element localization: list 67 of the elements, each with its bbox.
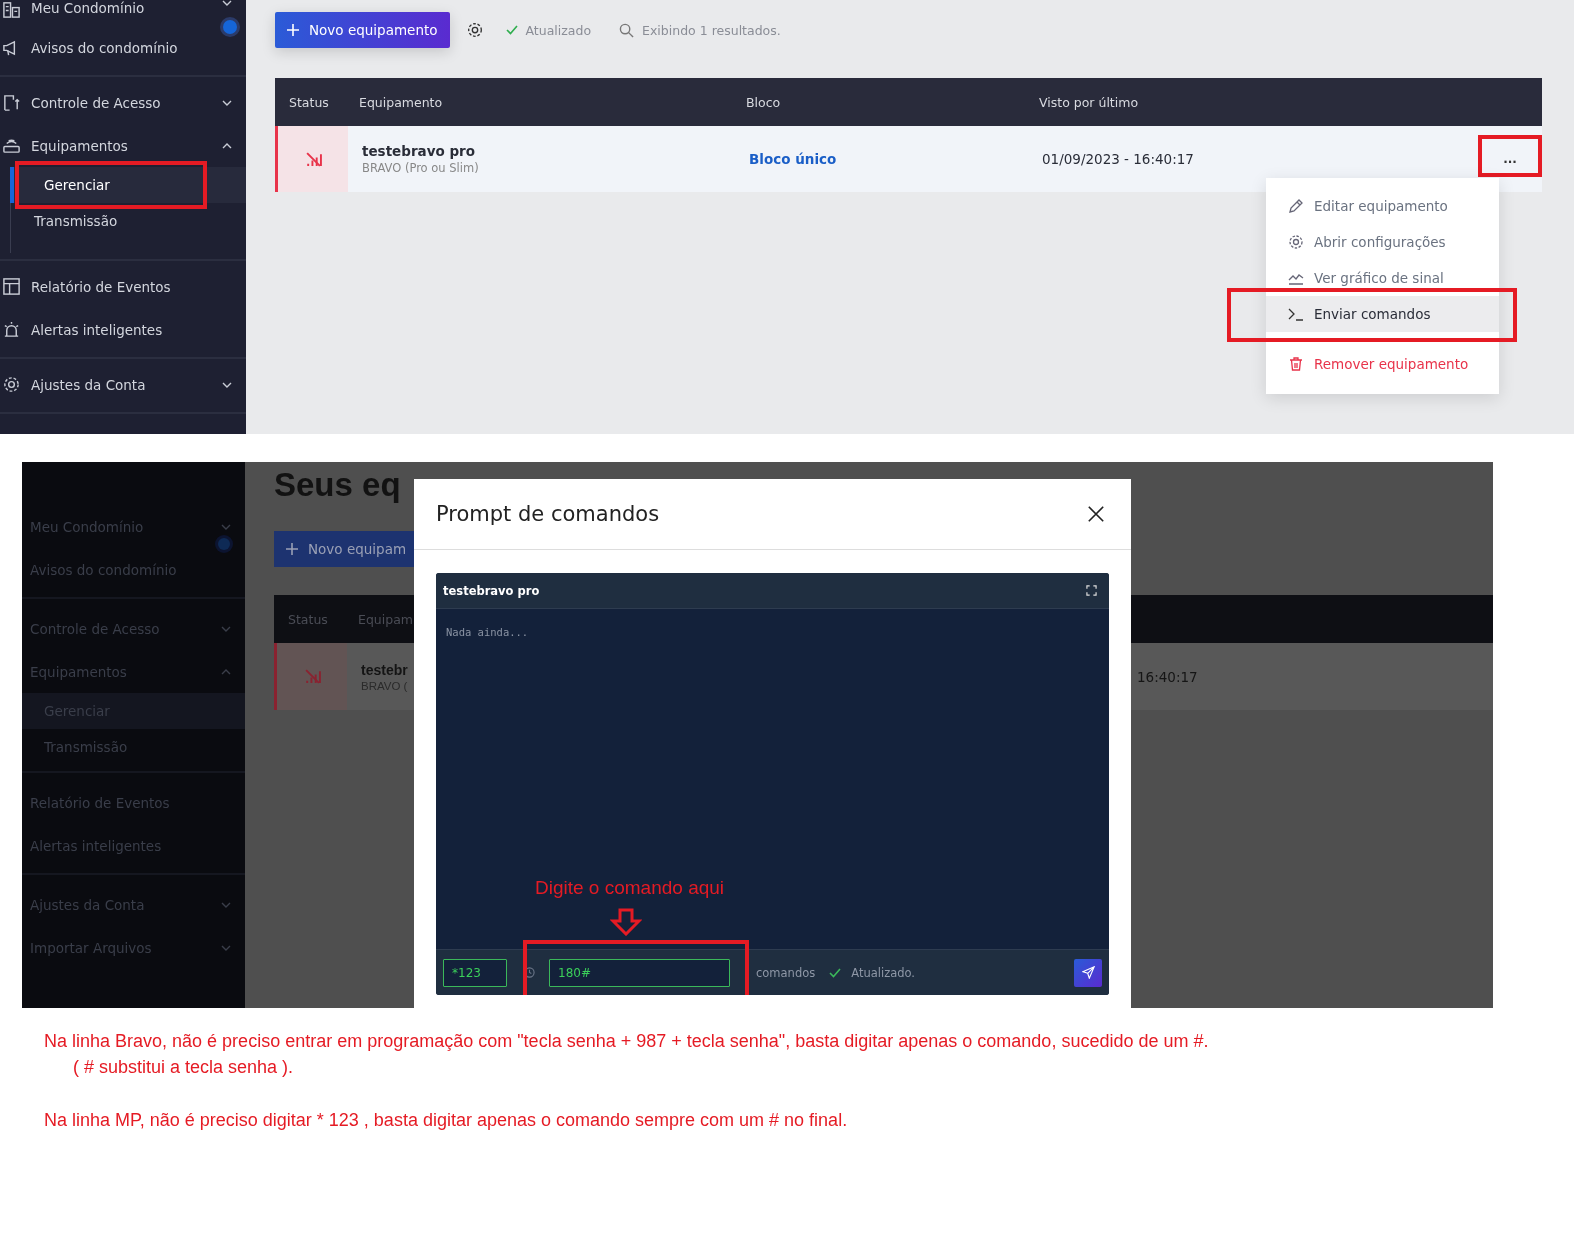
sidebar-item[interactable]: Relatório de Eventos bbox=[31, 278, 232, 295]
results-count: Exibindo 1 resultados. bbox=[642, 22, 781, 38]
menu-item[interactable]: Enviar comandos bbox=[1266, 296, 1499, 332]
no-signal-icon bbox=[304, 150, 322, 168]
check-icon bbox=[829, 967, 842, 978]
terminal-output: Nada ainda... bbox=[446, 626, 529, 638]
annotation-text: Digite o comando aqui bbox=[535, 877, 725, 899]
menu-item[interactable]: Ver gráfico de sinal bbox=[1266, 260, 1499, 296]
status-text: Atualizado bbox=[525, 22, 592, 38]
no-signal-icon bbox=[303, 668, 321, 685]
new-equipment-button[interactable]: Novo equipam bbox=[274, 531, 414, 567]
sidebar-item[interactable]: Equipamentos bbox=[31, 137, 222, 154]
send-button[interactable] bbox=[1074, 958, 1102, 987]
building-icon bbox=[2, 0, 21, 19]
dialog-title: Prompt de comandos bbox=[436, 502, 660, 526]
column-header: Visto por último bbox=[1038, 94, 1140, 110]
status-text: Atualizado. bbox=[851, 965, 915, 980]
column-header: Status bbox=[287, 611, 329, 627]
column-header: Equipamento bbox=[358, 94, 444, 110]
plus-icon bbox=[287, 24, 299, 36]
sidebar-subitem[interactable]: Transmissão bbox=[1, 203, 246, 239]
gear-icon bbox=[2, 375, 21, 394]
note-text: ( # substitui a tecla senha ). bbox=[72, 1056, 295, 1079]
send-icon bbox=[1081, 966, 1095, 979]
close-icon[interactable] bbox=[1087, 505, 1105, 523]
equipment-name: testebravo pro bbox=[362, 143, 477, 159]
plus-icon bbox=[286, 543, 298, 555]
command-count-text: comandos bbox=[756, 965, 816, 980]
column-header: Equipam bbox=[357, 611, 414, 627]
sidebar-item[interactable]: Avisos do condomínio bbox=[31, 39, 232, 56]
last-seen-text: 16:40:17 bbox=[1137, 668, 1198, 685]
sidebar-item[interactable]: Alertas inteligentes bbox=[31, 321, 232, 338]
settings-icon bbox=[1288, 234, 1304, 250]
notification-dot bbox=[218, 538, 230, 550]
terminal-icon bbox=[1288, 306, 1304, 322]
equipment-model: BRAVO (Pro ou Slim) bbox=[362, 161, 480, 175]
pencil-icon bbox=[1288, 198, 1304, 214]
menu-item[interactable]: Remover equipamento bbox=[1266, 346, 1499, 382]
note-text: Na linha Bravo, não é preciso entrar em programação com "tecla senha + 987 + tecla senha", basta digitar apenas o comando, sucedido de um #. bbox=[44, 1030, 1210, 1053]
more-button[interactable]: ... bbox=[1493, 148, 1527, 170]
command-field[interactable]: 180# bbox=[549, 958, 730, 987]
terminal-title: testebravo pro bbox=[443, 583, 540, 598]
equipment-name: testebr bbox=[361, 661, 409, 678]
fullscreen-icon[interactable] bbox=[1086, 585, 1097, 596]
siren-icon bbox=[2, 320, 21, 339]
block-link[interactable]: Bloco único bbox=[735, 151, 1028, 167]
table-row[interactable]: testebravo pro BRAVO (Pro ou Slim) Bloco único 01/09/2023 - 16:40:17 ... bbox=[275, 126, 1542, 192]
sidebar-item[interactable]: Meu Condomínio bbox=[31, 0, 222, 16]
last-seen-text: 01/09/2023 - 16:40:17 bbox=[1041, 151, 1195, 167]
menu-item[interactable]: Abrir configurações bbox=[1266, 224, 1499, 260]
sidebar-subitem[interactable]: Gerenciar bbox=[10, 167, 246, 203]
sidebar-item[interactable]: Controle de Acesso bbox=[31, 94, 222, 111]
column-header: Bloco bbox=[745, 94, 782, 110]
sidebar-item[interactable]: Ajustes da Conta bbox=[31, 376, 222, 393]
check-icon bbox=[505, 25, 518, 35]
settings-icon[interactable] bbox=[465, 21, 484, 39]
clock-icon bbox=[524, 967, 535, 978]
door-icon bbox=[2, 93, 21, 112]
prefix-field[interactable]: *123 bbox=[443, 958, 507, 987]
table-icon bbox=[2, 277, 21, 296]
trash-icon bbox=[1288, 356, 1304, 372]
search-icon bbox=[619, 22, 635, 38]
note-text: Na linha MP, não é preciso digitar * 123 , basta digitar apenas o comando sempre com um # no final. bbox=[44, 1109, 849, 1132]
page-heading: Seus eq bbox=[274, 466, 402, 505]
column-header: Status bbox=[288, 94, 330, 110]
down-arrow-icon bbox=[610, 908, 642, 936]
new-equipment-button[interactable]: Novo equipamento bbox=[275, 12, 450, 48]
